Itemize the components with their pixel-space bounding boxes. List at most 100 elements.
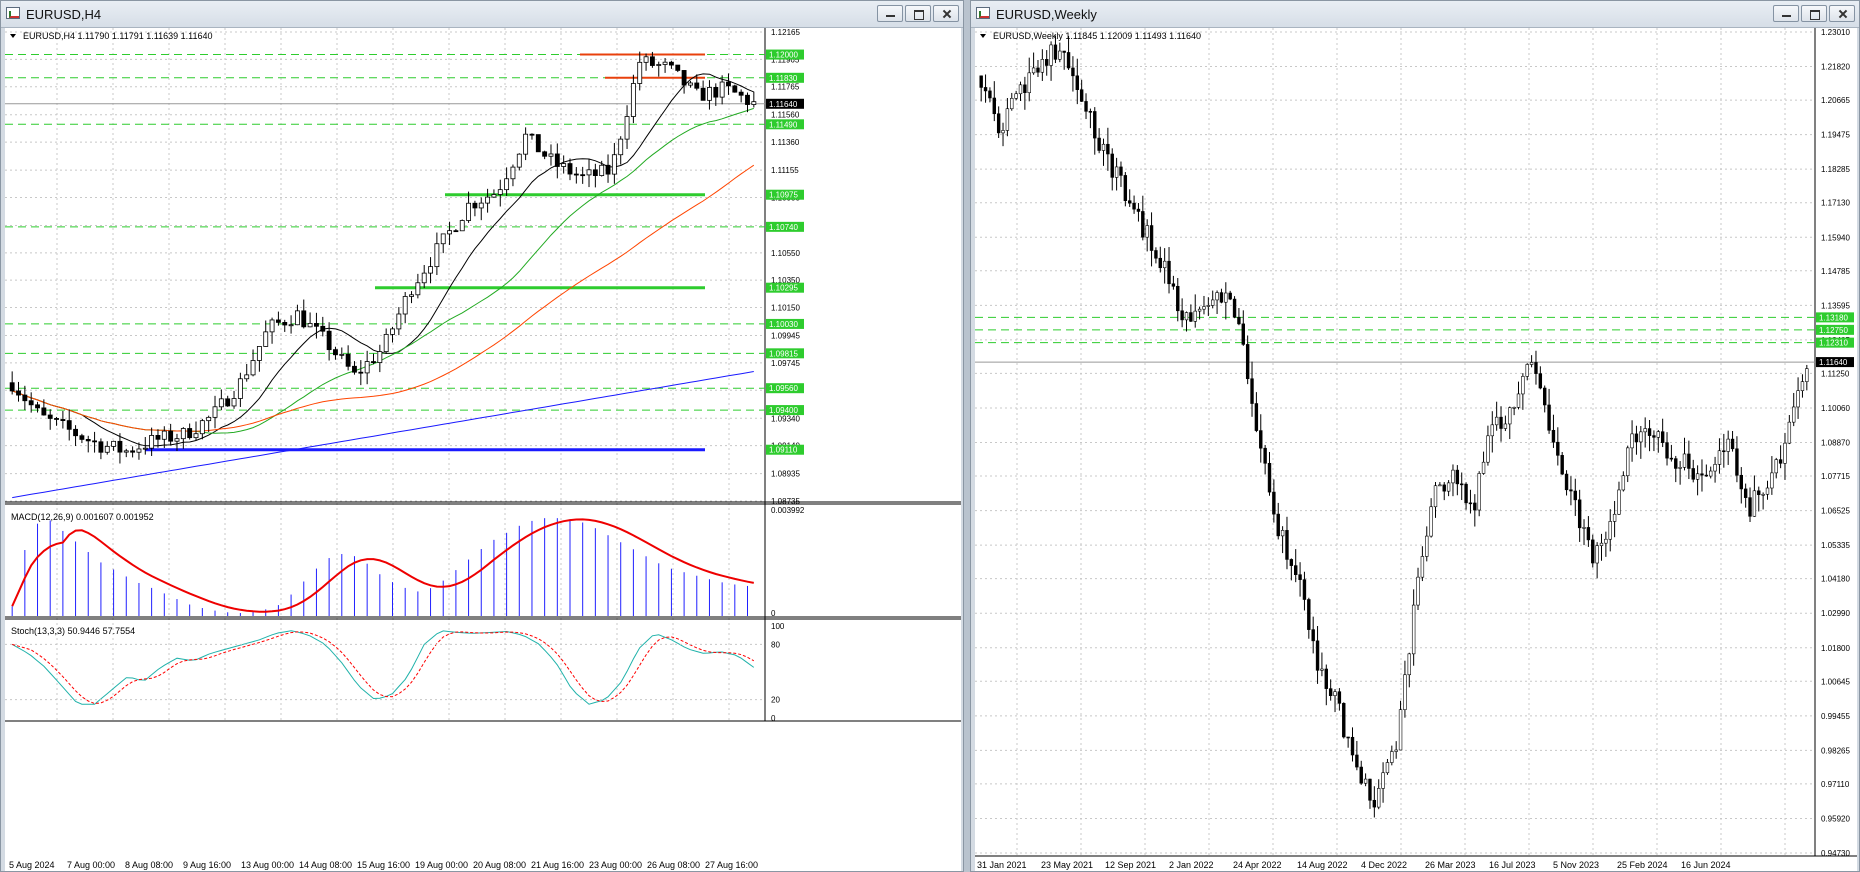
date-tick-label: 15 Aug 16:00 [357, 860, 410, 870]
date-tick-label: 8 Aug 08:00 [125, 860, 173, 870]
level-label: 1.13180 [1819, 313, 1848, 322]
candle-body [421, 272, 427, 284]
candle-body [1796, 390, 1800, 408]
weekly-chart-window: EURUSD,Weekly 1.23010 1.21820 1.20665 1.194… [970, 0, 1860, 872]
candle-body [1783, 442, 1787, 464]
candle-body [649, 56, 655, 66]
date-tick-label: 7 Aug 00:00 [67, 860, 115, 870]
moving-averages [12, 73, 755, 499]
candle-body [732, 85, 738, 93]
candle-body [656, 64, 662, 66]
candle-body [1333, 691, 1337, 696]
price-tick-label: 1.08735 [771, 497, 800, 506]
candle-body [1560, 455, 1564, 475]
candle-body [123, 450, 129, 453]
close-button[interactable] [1829, 5, 1855, 22]
h4-chart-area[interactable]: 0.0039920 10080200 1.121651.119651.11765… [5, 28, 961, 872]
candle-body [1114, 166, 1119, 178]
candle-body [1486, 435, 1490, 463]
candle-body [263, 331, 269, 347]
close-button[interactable] [933, 5, 959, 22]
candle-body [1748, 497, 1752, 517]
candle-body [1254, 403, 1259, 431]
menu-triangle-icon[interactable] [10, 34, 16, 38]
weekly-title-bar[interactable]: EURUSD,Weekly [971, 1, 1859, 28]
candle-body [1626, 447, 1630, 477]
candle-body [1468, 502, 1473, 505]
candle-body [1320, 668, 1324, 671]
price-tick-label: 0.99455 [1821, 712, 1850, 721]
candle-body [599, 164, 605, 177]
candle-body [66, 420, 72, 430]
candle-body [1420, 556, 1425, 578]
candle-body [1787, 421, 1792, 444]
candle-body [611, 154, 617, 175]
candle-body [1280, 530, 1285, 537]
price-tick-label: 1.02990 [1821, 609, 1850, 618]
level-label: 1.10740 [769, 223, 798, 232]
candle-body [60, 419, 66, 421]
candle-body [218, 398, 224, 408]
candle-body [1241, 323, 1245, 345]
candle-body [979, 75, 983, 88]
candle-body [1219, 292, 1224, 303]
level-label: 1.09400 [769, 406, 798, 415]
candle-body [719, 81, 725, 98]
candle-body [231, 398, 237, 407]
candle-body [111, 440, 117, 447]
maximize-button[interactable] [905, 5, 931, 22]
level-label: 1.12000 [769, 51, 798, 60]
menu-triangle-icon[interactable] [980, 34, 986, 38]
candle-body [1669, 457, 1674, 460]
candle-body [1477, 473, 1481, 511]
candle-body [383, 333, 389, 353]
candle-body [1442, 484, 1446, 492]
candle-body [1381, 772, 1385, 789]
candle-body [1717, 450, 1722, 465]
candle-body [1438, 484, 1442, 487]
candle-body [1643, 428, 1647, 433]
candle-body [155, 435, 161, 440]
minimize-button[interactable] [1773, 5, 1799, 22]
candle-body [1516, 393, 1521, 408]
candle-body [1307, 599, 1311, 630]
candle-body [9, 382, 15, 392]
candle-body [1652, 435, 1656, 438]
candle-body [1770, 472, 1774, 489]
candle-body [1525, 364, 1529, 377]
candle-body [1106, 143, 1110, 155]
weekly-chart-area[interactable]: 1.23010 1.21820 1.20665 1.19475 1.18285 1.171… [975, 28, 1857, 872]
price-tick-label: 1.05335 [1821, 541, 1850, 550]
level-label: 1.12750 [1819, 326, 1848, 335]
level-label: 1.10030 [769, 320, 798, 329]
candle-body [1302, 579, 1307, 600]
candle-body [1245, 344, 1250, 380]
price-tick-label: 0.95920 [1821, 814, 1850, 823]
price-tick-label: 1.11250 [1821, 369, 1850, 378]
candle-body [92, 440, 98, 443]
candle-body [1101, 143, 1106, 151]
candle-body [199, 420, 205, 435]
stoch-tick-label: 0 [771, 714, 776, 723]
candle-body [1630, 433, 1634, 449]
candle-body [326, 330, 332, 351]
candle-body [542, 151, 548, 157]
level-label: 1.10975 [769, 191, 798, 200]
candle-body [1407, 653, 1411, 676]
macd-tick-label: 0.003992 [771, 506, 805, 515]
date-tick-label: 26 Aug 08:00 [647, 860, 700, 870]
price-tick-label: 1.09340 [771, 414, 800, 423]
candle-body [1398, 709, 1403, 751]
h4-title-bar[interactable]: EURUSD,H4 [1, 1, 963, 28]
candle-body [1023, 84, 1027, 93]
candle-body [1411, 604, 1416, 655]
candle-body [1228, 292, 1232, 300]
candle-body [1451, 469, 1455, 484]
price-tick-label: 1.00645 [1821, 677, 1850, 686]
maximize-button[interactable] [1801, 5, 1827, 22]
macd-tick-label: 0 [771, 609, 776, 618]
candle-body [1774, 459, 1778, 474]
minimize-button[interactable] [877, 5, 903, 22]
candle-body [1298, 574, 1302, 580]
candle-body [1726, 438, 1730, 452]
